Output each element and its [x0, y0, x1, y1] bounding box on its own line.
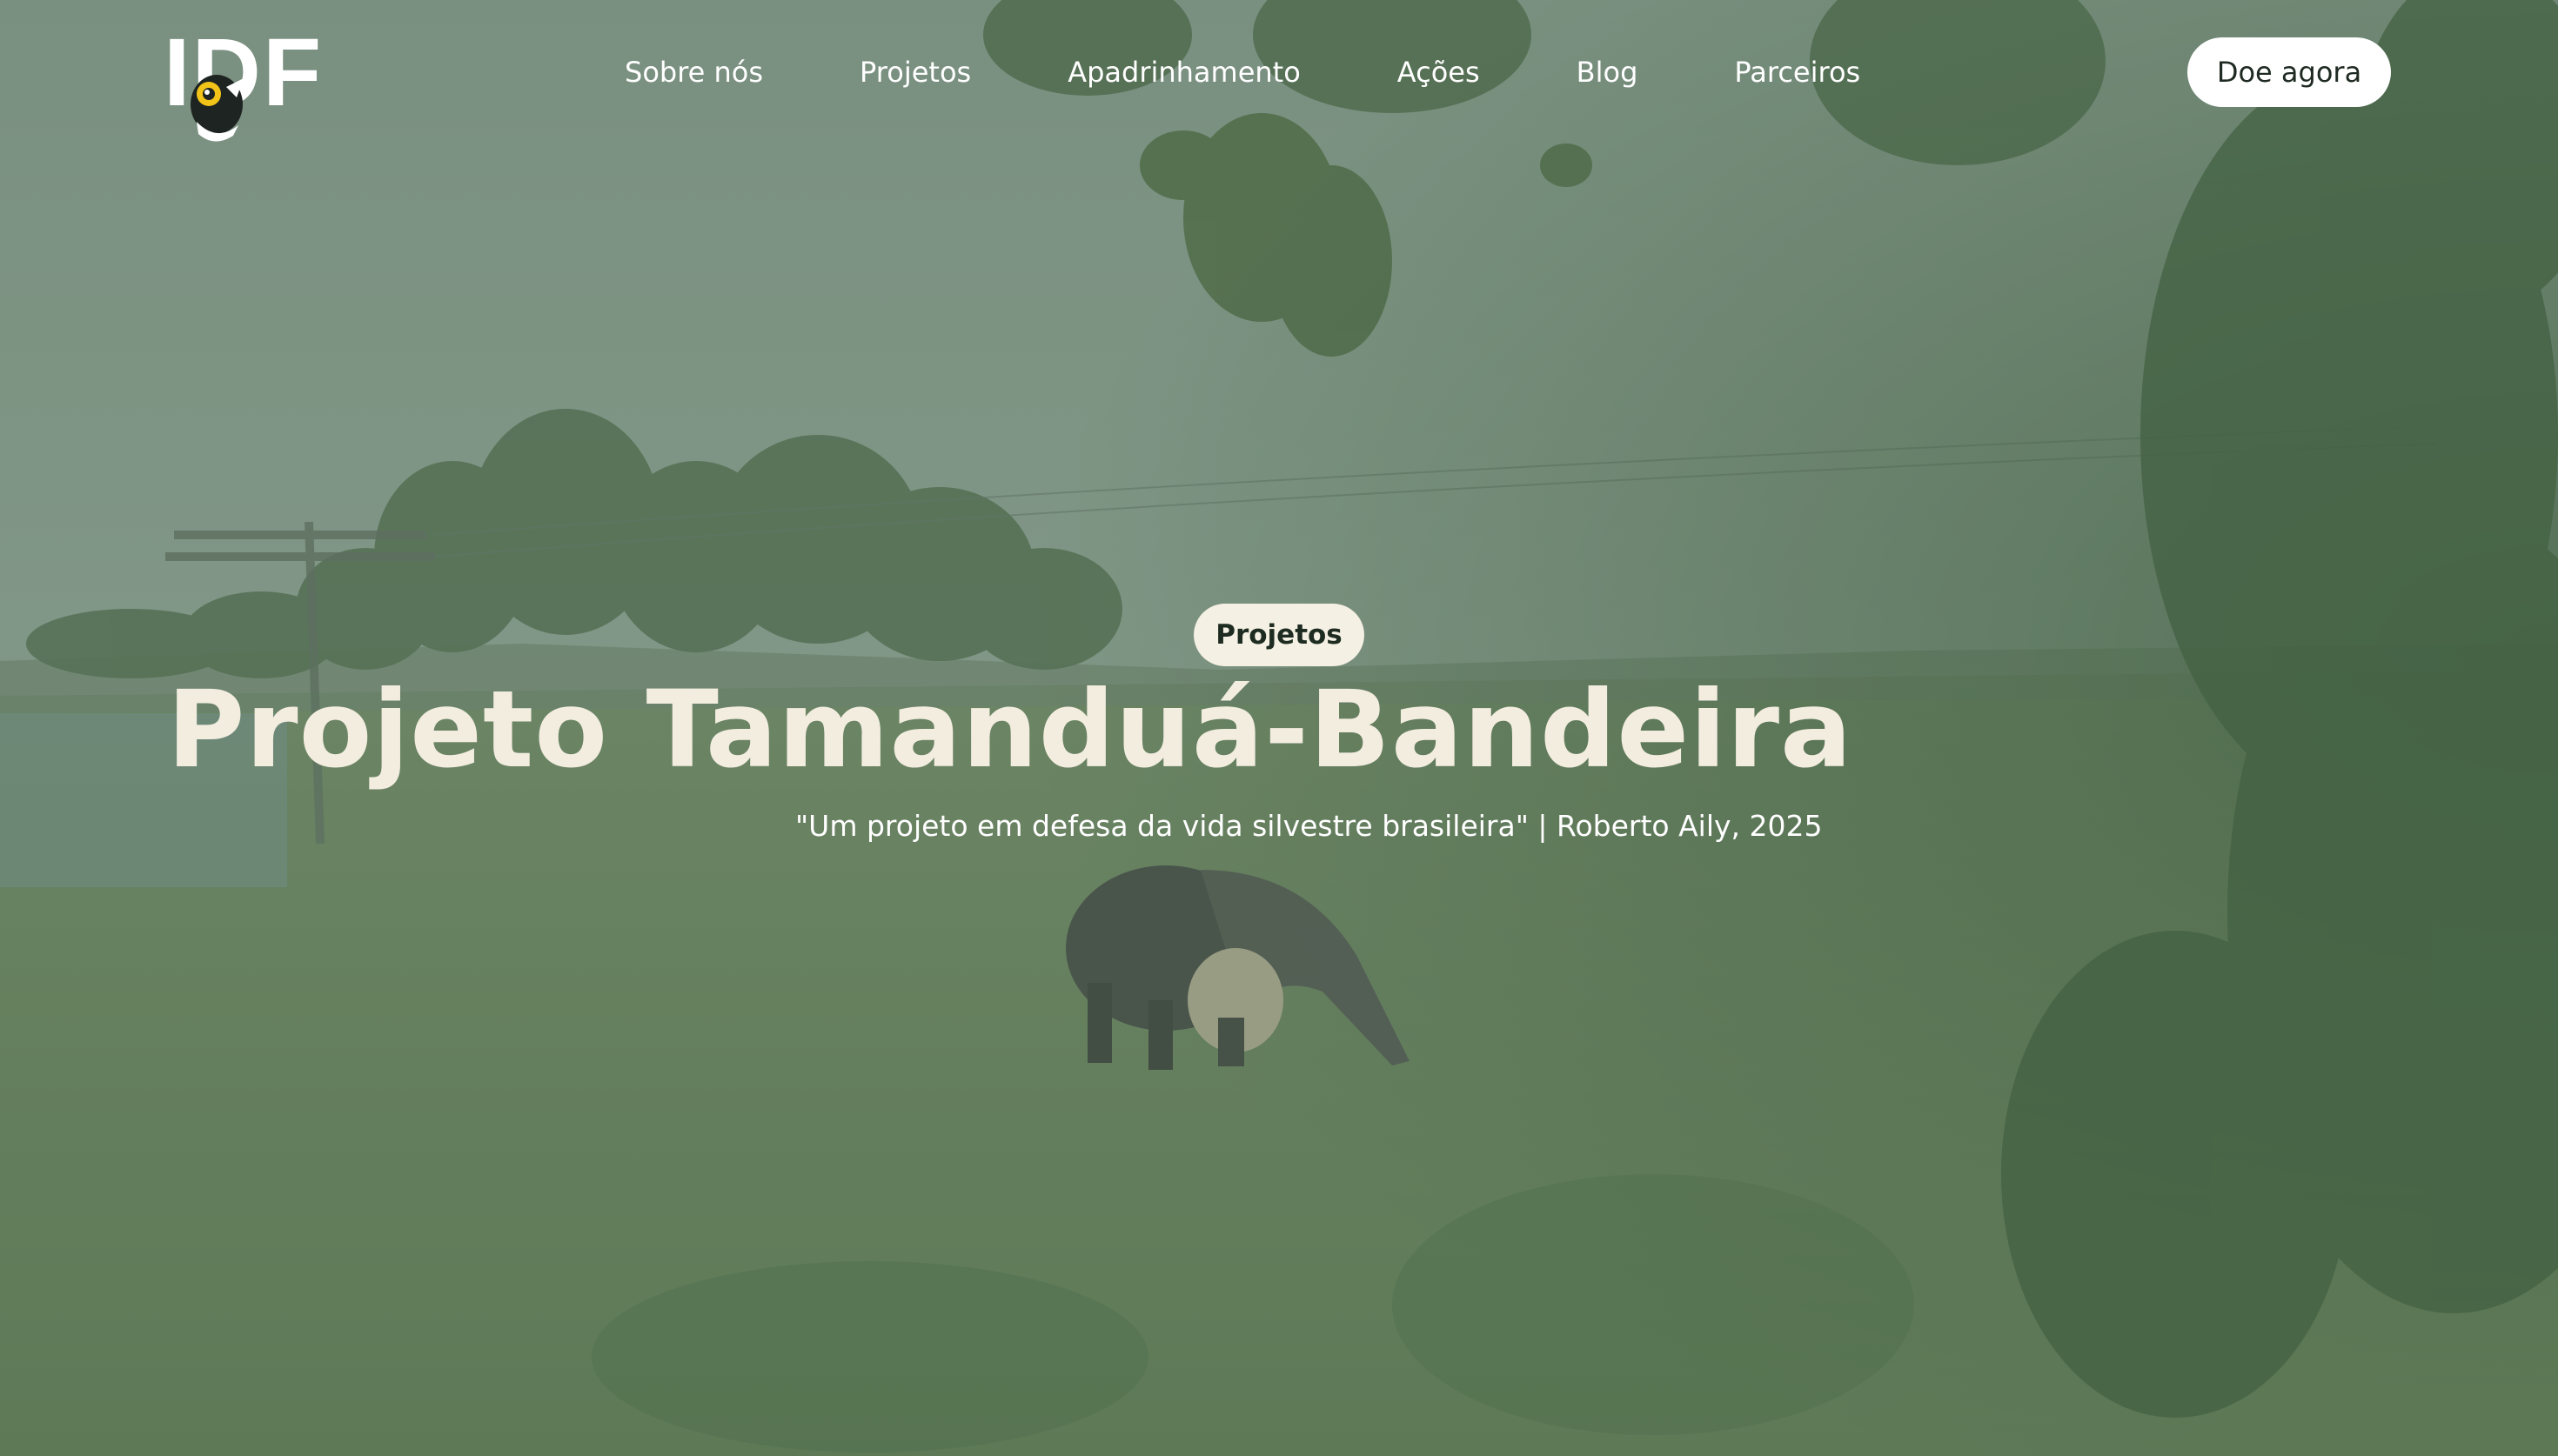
main-menu: Sobre nós Projetos Apadrinhamento Ações … — [625, 50, 1860, 94]
hero-section: IDF Sobre nós Projetos Apadrinhamento Aç… — [0, 0, 2558, 1456]
nav-link-sobre-nos[interactable]: Sobre nós — [625, 56, 763, 89]
bird-emblem-icon — [191, 75, 244, 142]
nav-link-parceiros[interactable]: Parceiros — [1734, 56, 1860, 89]
nav-link-blog[interactable]: Blog — [1577, 56, 1638, 89]
nav-link-projetos[interactable]: Projetos — [860, 56, 971, 89]
page-title: Projeto Tamanduá-Bandeira — [167, 668, 1853, 791]
nav-link-apadrinhamento[interactable]: Apadrinhamento — [1068, 56, 1301, 89]
hero-quote: "Um projeto em defesa da vida silvestre … — [795, 809, 1823, 843]
donate-button[interactable]: Doe agora — [2187, 37, 2391, 107]
idf-logo[interactable]: IDF — [164, 25, 321, 142]
nav-link-acoes[interactable]: Ações — [1397, 56, 1480, 89]
top-navigation: IDF Sobre nós Projetos Apadrinhamento Aç… — [0, 0, 2558, 148]
category-badge: Projetos — [1194, 604, 1364, 666]
